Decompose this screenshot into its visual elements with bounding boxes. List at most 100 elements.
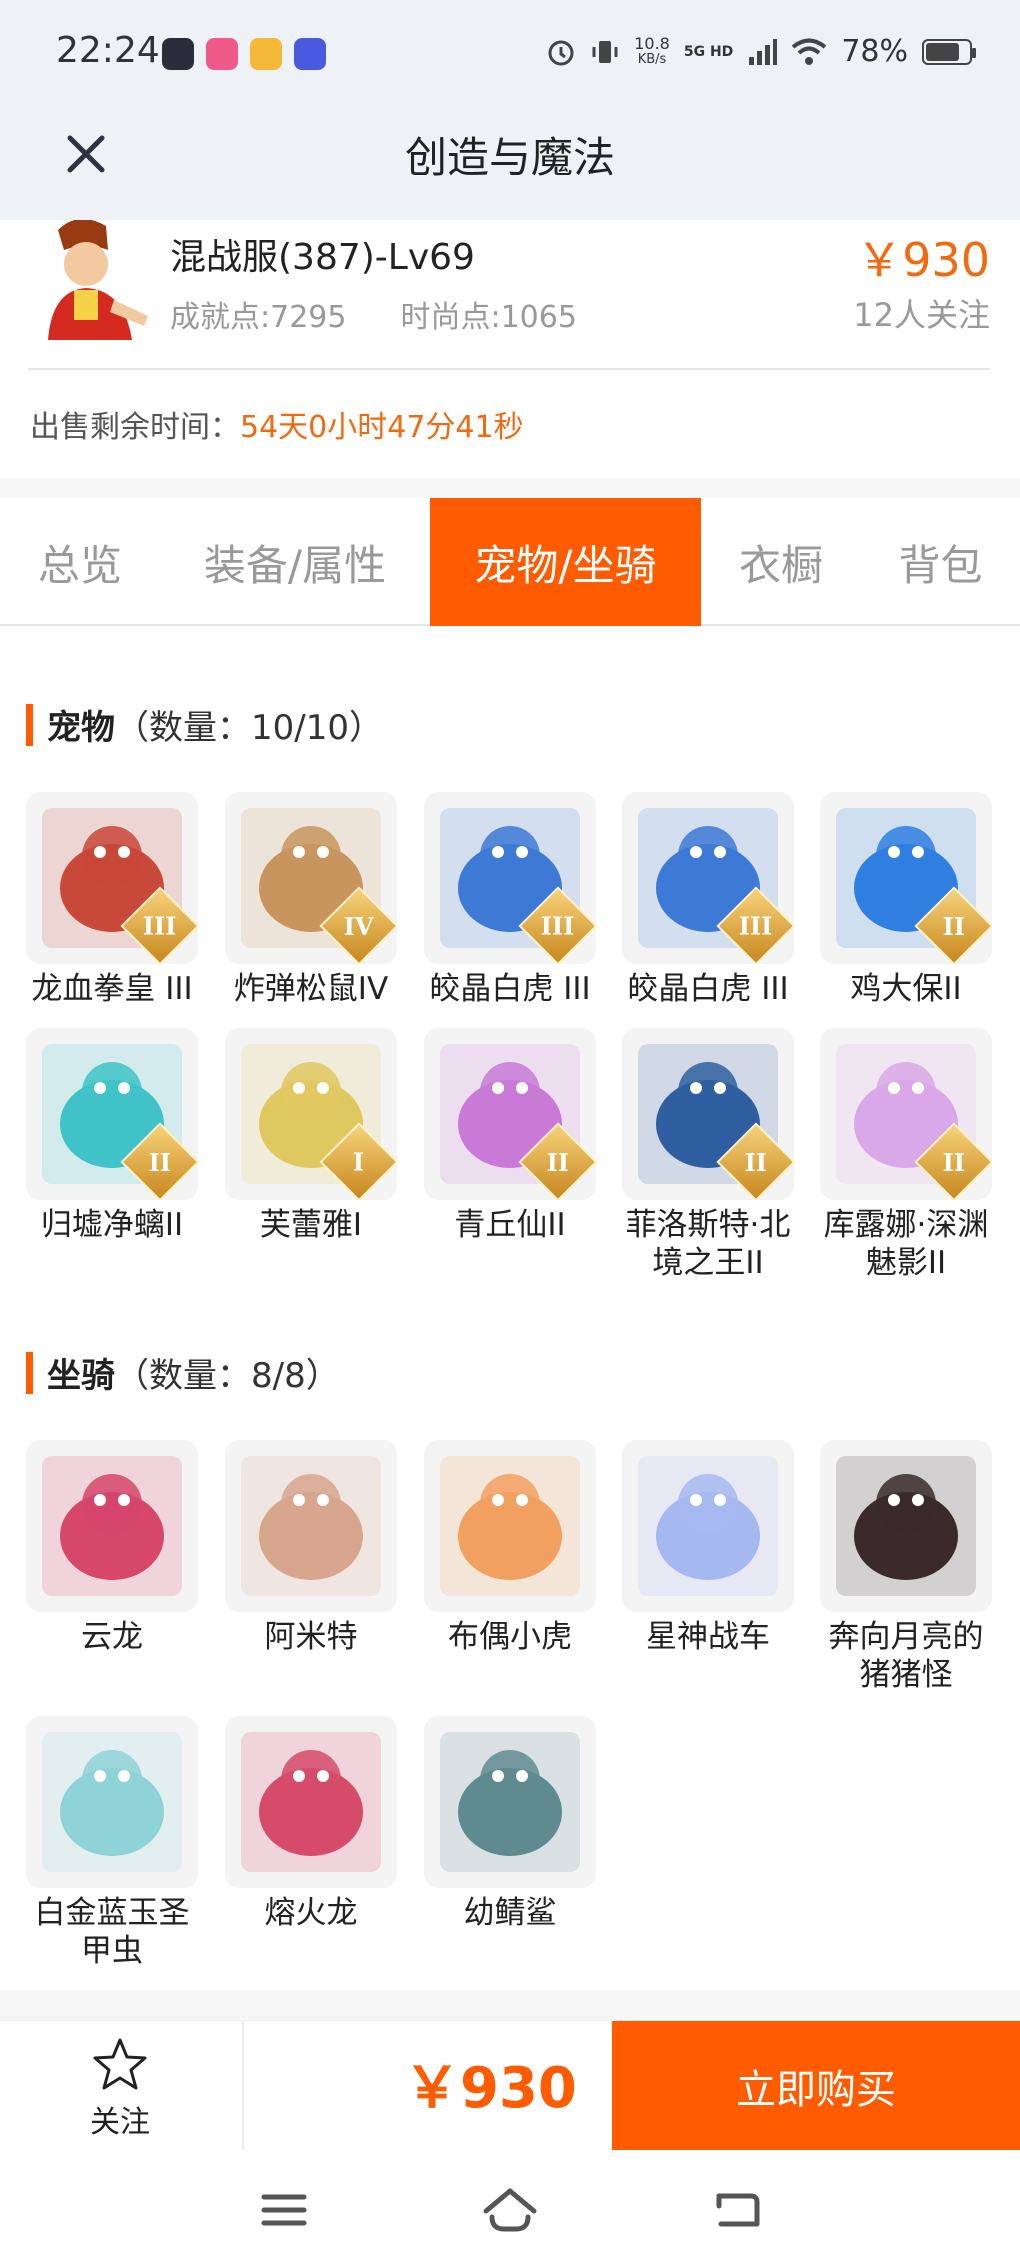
notification-icons	[162, 38, 326, 70]
tier-badge-label: III	[739, 911, 773, 941]
divider	[28, 368, 990, 370]
scarab-icon	[26, 1716, 198, 1888]
tier-badge-label: IV	[344, 911, 374, 941]
server-name: 混战服(387)-Lv69	[170, 237, 475, 278]
pet-name: 皎晶白虎 III	[429, 971, 591, 1007]
mounts-count: （数量：8/8）	[115, 1356, 340, 1396]
tier-badge-label: II	[942, 911, 966, 941]
cyan-dragon-icon: II	[26, 1028, 198, 1200]
product-card: 混战服(387)-Lv69 成就点:7295 时尚点:1065 ￥930 12人…	[0, 220, 1020, 478]
home-button[interactable]	[480, 2180, 540, 2240]
back-button[interactable]	[706, 2180, 766, 2240]
pet-tile[interactable]: III 皎晶白虎 III	[424, 792, 596, 1008]
buy-now-button[interactable]: 立即购买	[612, 2021, 1020, 2151]
network-type: 5G HD	[683, 43, 734, 60]
mount-tile[interactable]: 幼鲭鲨	[424, 1716, 596, 1932]
status-time: 22:24	[56, 30, 160, 71]
battery-fill	[926, 42, 959, 61]
pet-tile[interactable]: II 库露娜·深渊魅影II	[820, 1028, 992, 1282]
weibo-icon	[250, 38, 282, 70]
signal-icon	[749, 38, 778, 65]
network-speed: 10.8 KB/s	[634, 33, 670, 68]
tab-overview[interactable]: 总览	[0, 498, 160, 626]
shark-icon	[424, 1716, 596, 1888]
pet-name: 皎晶白虎 III	[627, 971, 789, 1007]
mount-tile[interactable]: 阿米特	[225, 1440, 397, 1656]
toy-tiger-icon	[424, 1440, 596, 1612]
white-tiger-icon: III	[424, 792, 596, 964]
pet-tile[interactable]: II 菲洛斯特·北境之王II	[622, 1028, 794, 1282]
mount-name: 白金蓝玉圣甲虫	[34, 1895, 190, 1969]
speed-unit: KB/s	[637, 51, 667, 67]
section-accent-bar	[26, 703, 33, 746]
tab-bar: 总览 装备/属性 宠物/坐骑 衣橱 背包	[0, 498, 1020, 626]
tab-wardrobe[interactable]: 衣橱	[701, 498, 861, 626]
follow-label: 关注	[90, 2105, 150, 2140]
speed-value: 10.8	[634, 33, 670, 53]
pet-name: 归墟净螭II	[40, 1207, 184, 1243]
mount-tile[interactable]: 奔向月亮的猪猪怪	[820, 1440, 992, 1694]
red-beast-icon: III	[26, 792, 198, 964]
cloud-dragon-icon	[26, 1440, 198, 1612]
pet-tile[interactable]: II 鸡大保II	[820, 792, 992, 1008]
tier-badge-label: II	[942, 1147, 966, 1177]
menu-button[interactable]	[254, 2180, 314, 2240]
menu-icon	[261, 2194, 307, 2226]
crocodile-icon	[225, 1440, 397, 1612]
mount-name: 阿米特	[264, 1619, 358, 1655]
pet-name: 库露娜·深渊魅影II	[823, 1207, 989, 1281]
product-price: ￥930	[856, 233, 990, 287]
pet-tile[interactable]: III 龙血拳皇 III	[26, 792, 198, 1008]
tab-backpack[interactable]: 背包	[861, 498, 1020, 626]
section-accent-bar	[26, 1351, 33, 1394]
pet-name: 鸡大保II	[850, 971, 962, 1007]
pet-tile[interactable]: II 归墟净螭II	[26, 1028, 198, 1244]
abyss-maiden-icon: II	[820, 1028, 992, 1200]
mount-name: 奔向月亮的猪猪怪	[828, 1619, 984, 1693]
white-tiger-icon: III	[622, 792, 794, 964]
follow-button[interactable]: 关注	[60, 2037, 180, 2140]
tab-pets-mounts[interactable]: 宠物/坐骑	[430, 498, 701, 626]
status-indicators: 10.8 KB/s 5G HD 78%	[546, 33, 976, 69]
page-title: 创造与魔法	[404, 133, 615, 182]
pet-tile[interactable]: III 皎晶白虎 III	[622, 792, 794, 1008]
bilibili-icon	[206, 38, 238, 70]
battery-percent: 78%	[841, 34, 908, 69]
mounts-section-title: 坐骑 （数量：8/8）	[26, 1348, 340, 1397]
tier-badge-label: I	[353, 1147, 365, 1177]
pet-tile[interactable]: II 青丘仙II	[424, 1028, 596, 1244]
top-app-bar: 创造与魔法	[0, 110, 1020, 220]
divider	[242, 2021, 244, 2151]
tier-badge-label: III	[143, 911, 177, 941]
mount-tile[interactable]: 布偶小虎	[424, 1440, 596, 1656]
mount-tile[interactable]: 云龙	[26, 1440, 198, 1656]
fashion-points: 时尚点:1065	[400, 300, 577, 335]
sale-time-value: 54天0小时47分41秒	[240, 410, 524, 445]
magma-dragon-icon	[225, 1716, 397, 1888]
pet-name: 龙血拳皇 III	[31, 971, 193, 1007]
sale-remaining-time: 出售剩余时间：54天0小时47分41秒	[30, 402, 524, 446]
battery-icon	[922, 38, 976, 65]
star-icon	[93, 2038, 147, 2090]
mount-tile[interactable]: 白金蓝玉圣甲虫	[26, 1716, 198, 1970]
pet-tile[interactable]: I 芙蕾雅I	[225, 1028, 397, 1244]
system-nav-bar	[0, 2150, 1020, 2267]
mount-tile[interactable]: 熔火龙	[225, 1716, 397, 1932]
character-avatar	[28, 220, 152, 340]
mount-tile[interactable]: 星神战车	[622, 1440, 794, 1656]
mount-name: 云龙	[81, 1619, 143, 1655]
alarm-icon	[548, 40, 574, 65]
mount-name: 布偶小虎	[448, 1619, 572, 1655]
mount-name: 幼鲭鲨	[463, 1895, 557, 1931]
wifi-icon	[792, 38, 827, 65]
pet-tile[interactable]: IV 炸弹松鼠IV	[225, 792, 397, 1008]
mount-name: 星神战车	[646, 1619, 770, 1655]
back-icon	[716, 2193, 760, 2227]
mounts-title: 坐骑	[47, 1356, 115, 1396]
tab-equipment[interactable]: 装备/属性	[160, 498, 430, 626]
section-gap	[0, 478, 1020, 498]
vibrate-icon	[592, 40, 618, 63]
tier-badge-label: III	[541, 911, 575, 941]
pets-section-title: 宠物 （数量：10/10）	[26, 700, 383, 749]
camera-app-icon	[162, 38, 194, 70]
